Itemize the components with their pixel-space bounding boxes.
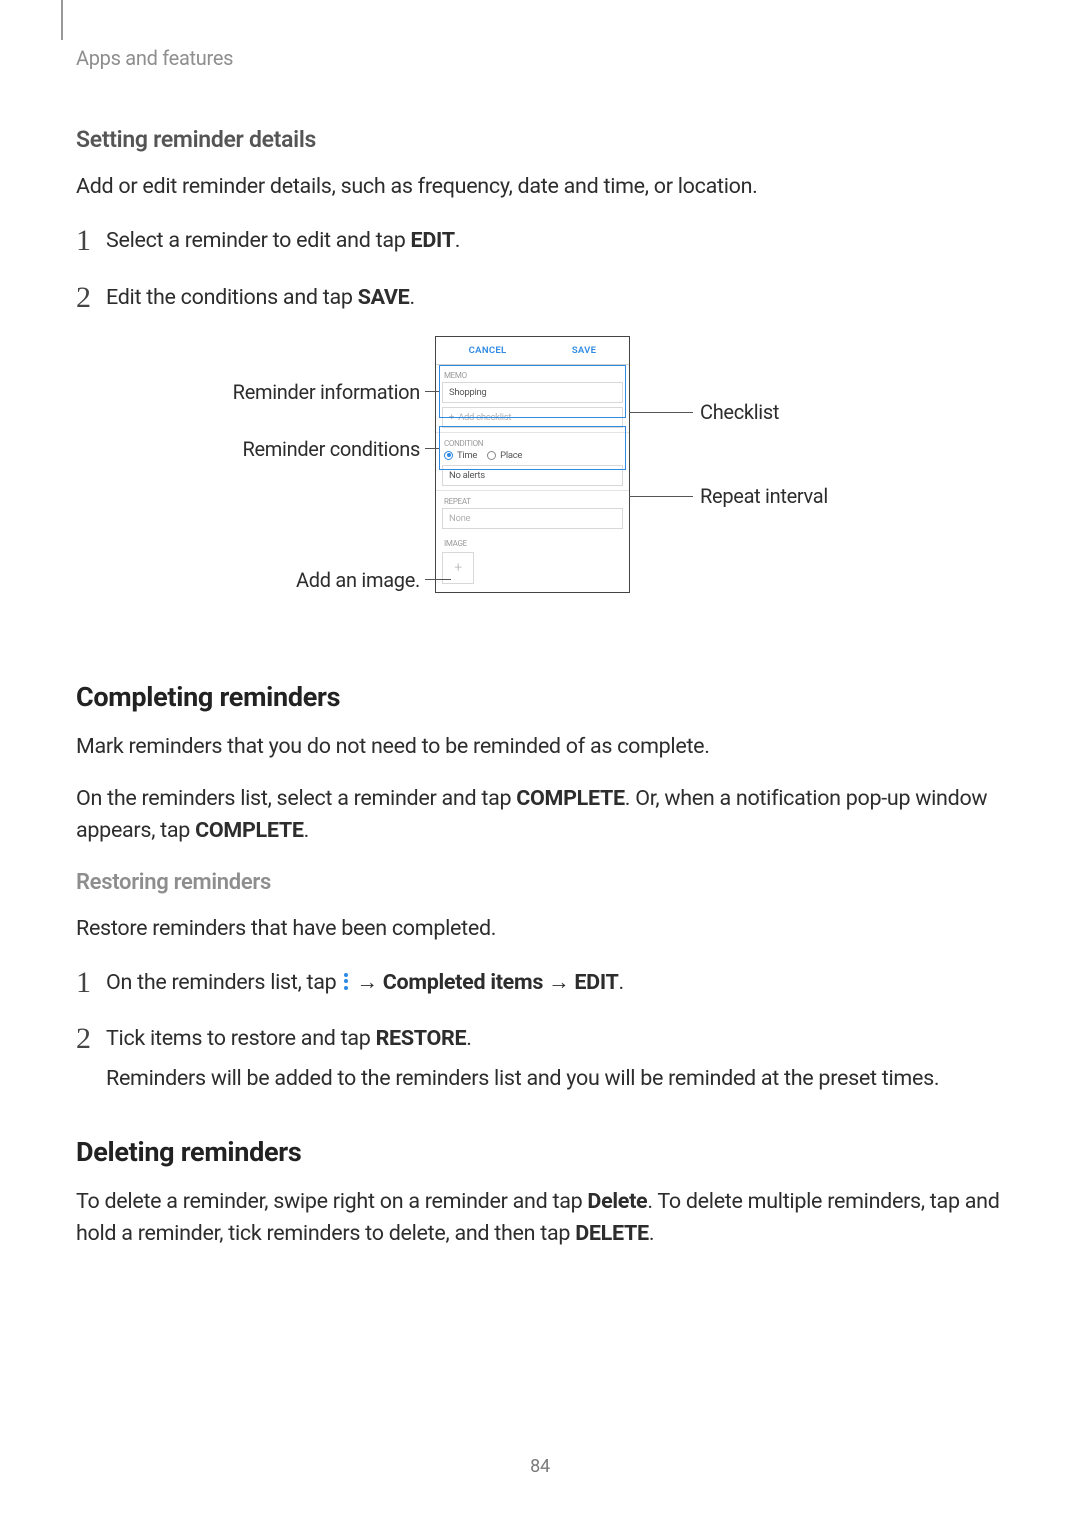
bold-completed-items: Completed items — [383, 970, 543, 995]
memo-label: MEMO — [436, 365, 629, 382]
reminder-figure: CANCEL SAVE MEMO Shopping Add checklist … — [215, 336, 865, 641]
text-deleting: To delete a reminder, swipe right on a r… — [76, 1186, 1004, 1251]
callout-reminder-info: Reminder information — [215, 380, 420, 404]
step-body: Tick items to restore and tap RESTORE. — [106, 1023, 472, 1055]
text-setting-details: Add or edit reminder details, such as fr… — [76, 171, 1004, 203]
restore-step-2-cont: Reminders will be added to the reminders… — [76, 1063, 1004, 1095]
text: On the reminders list, tap — [106, 970, 341, 995]
callout-add-image: Add an image. — [215, 568, 420, 592]
save-button[interactable]: SAVE — [572, 345, 597, 356]
heading-restoring-reminders: Restoring reminders — [76, 870, 1004, 895]
bold-complete: COMPLETE — [195, 818, 304, 843]
leader-line — [425, 391, 439, 393]
reminder-screen: CANCEL SAVE MEMO Shopping Add checklist … — [435, 336, 630, 593]
breadcrumb: Apps and features — [76, 46, 1004, 70]
add-checklist-button[interactable]: Add checklist — [442, 407, 623, 428]
page-edge-mark — [61, 0, 63, 40]
bold-restore: RESTORE — [376, 1026, 467, 1051]
step-number: 1 — [76, 226, 106, 256]
cancel-button[interactable]: CANCEL — [469, 345, 507, 356]
text: Tick items to restore and tap — [106, 1026, 376, 1051]
radio-place-label: Place — [500, 450, 522, 461]
text: → — [543, 970, 574, 995]
text: . — [466, 1026, 471, 1051]
image-label: IMAGE — [436, 533, 629, 550]
text-restoring: Restore reminders that have been complet… — [76, 913, 1004, 945]
callout-checklist: Checklist — [700, 400, 779, 424]
leader-line — [425, 448, 439, 450]
screen-top-bar: CANCEL SAVE — [436, 337, 629, 365]
leader-line — [629, 496, 693, 498]
step-body: Reminders will be added to the reminders… — [106, 1063, 939, 1095]
step-number: 2 — [76, 283, 106, 313]
repeat-input[interactable]: None — [442, 508, 623, 529]
repeat-label: REPEAT — [436, 491, 629, 508]
text: . — [409, 285, 414, 310]
leader-line — [425, 579, 451, 581]
text: . — [304, 818, 309, 843]
step-number: 1 — [76, 968, 106, 998]
text: Edit the conditions and tap — [106, 285, 358, 310]
leader-line — [629, 412, 693, 414]
heading-deleting-reminders: Deleting reminders — [76, 1136, 1004, 1168]
bold-edit: EDIT — [574, 970, 618, 995]
radio-time-label: Time — [457, 450, 477, 461]
step-number: 2 — [76, 1024, 106, 1054]
heading-completing-reminders: Completing reminders — [76, 681, 1004, 713]
bold-delete: Delete — [587, 1189, 647, 1214]
condition-radios: Time Place — [436, 450, 629, 465]
restore-step-2: 2 Tick items to restore and tap RESTORE. — [76, 1021, 1004, 1055]
text: On the reminders list, select a reminder… — [76, 786, 516, 811]
step-body: On the reminders list, tap → Completed i… — [106, 967, 624, 999]
bold-complete: COMPLETE — [516, 786, 625, 811]
text: . — [619, 970, 624, 995]
step-body: Select a reminder to edit and tap EDIT. — [106, 225, 460, 257]
text: . — [649, 1221, 654, 1246]
text: . — [455, 228, 460, 253]
callout-repeat-interval: Repeat interval — [700, 484, 828, 508]
text: → — [351, 970, 382, 995]
condition-label: CONDITION — [436, 433, 629, 450]
bold-delete-caps: DELETE — [575, 1221, 649, 1246]
step-2: 2 Edit the conditions and tap SAVE. — [76, 280, 1004, 314]
bold-save: SAVE — [358, 285, 410, 310]
page-number: 84 — [0, 1456, 1080, 1477]
bold-edit: EDIT — [411, 228, 455, 253]
restore-step-1: 1 On the reminders list, tap → Completed… — [76, 965, 1004, 999]
callout-reminder-conditions: Reminder conditions — [215, 437, 420, 461]
heading-setting-reminder-details: Setting reminder details — [76, 126, 1004, 153]
radio-time[interactable]: Time — [444, 450, 477, 461]
text: To delete a reminder, swipe right on a r… — [76, 1189, 587, 1214]
more-options-icon — [344, 970, 348, 992]
text: Select a reminder to edit and tap — [106, 228, 411, 253]
text-completing-2: On the reminders list, select a reminder… — [76, 783, 1004, 848]
alerts-input[interactable]: No alerts — [442, 465, 623, 486]
step-1: 1 Select a reminder to edit and tap EDIT… — [76, 223, 1004, 257]
step-body: Edit the conditions and tap SAVE. — [106, 282, 415, 314]
radio-place[interactable]: Place — [487, 450, 522, 461]
memo-input[interactable]: Shopping — [442, 382, 623, 403]
page-content: Apps and features Setting reminder detai… — [0, 0, 1080, 1250]
text-completing-1: Mark reminders that you do not need to b… — [76, 731, 1004, 763]
